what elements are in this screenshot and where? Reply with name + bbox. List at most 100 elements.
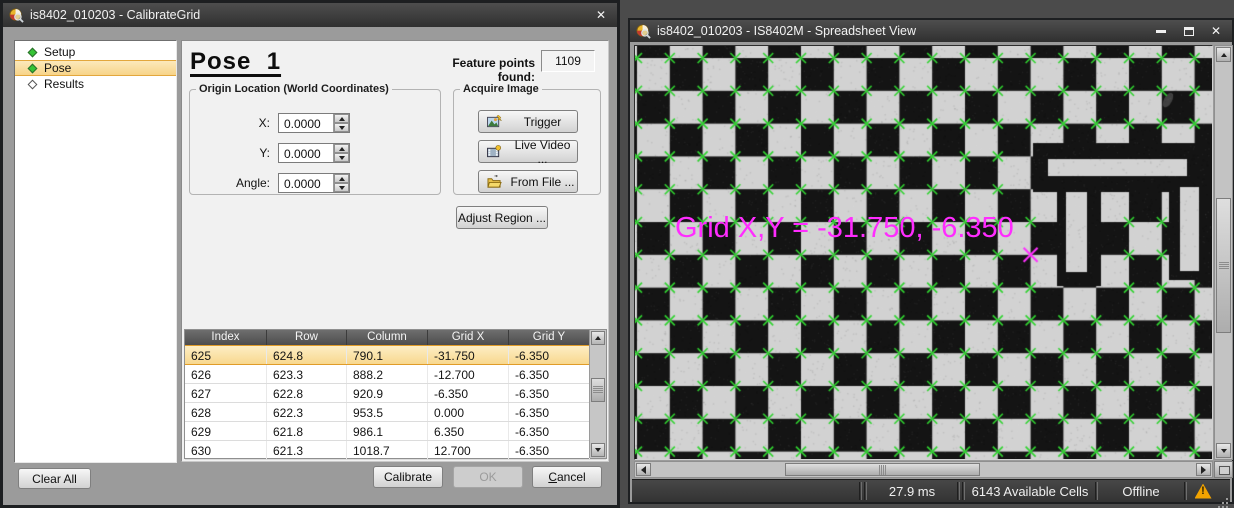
clear-all-button[interactable]: Clear All	[18, 468, 91, 489]
sidebar-item-pose[interactable]: Pose	[15, 60, 176, 76]
left-arrow-icon	[641, 466, 646, 474]
step-pending-icon	[28, 79, 38, 89]
angle-field[interactable]: 0.0000	[278, 173, 350, 193]
table-row[interactable]: 626 623.3 888.2 -12.700 -6.350	[185, 365, 606, 384]
window-title: is8402_010203 - IS8402M - Spreadsheet Vi…	[657, 24, 1144, 38]
live-video-button[interactable]: Live Video ...	[478, 140, 578, 163]
close-icon[interactable]: ✕	[1206, 24, 1226, 38]
thumb-grip	[593, 386, 603, 394]
table-row[interactable]: 630 621.3 1018.7 12.700 -6.350	[185, 441, 606, 460]
table-scrollbar[interactable]	[589, 330, 606, 458]
live-video-button-label: Live Video ...	[508, 138, 577, 166]
x-field-row: X: 0.0000	[196, 113, 350, 133]
cell-grid-x: 6.350	[428, 422, 509, 440]
col-header-grid-y[interactable]: Grid Y	[509, 330, 590, 345]
sidebar-item-label: Setup	[44, 45, 75, 59]
feature-points-label: Feature points found:	[427, 56, 535, 84]
col-header-grid-x[interactable]: Grid X	[428, 330, 509, 345]
spin-down-button[interactable]	[334, 183, 349, 192]
angle-stepper[interactable]	[333, 174, 349, 192]
thumb-grip	[879, 465, 887, 475]
cell-column: 888.2	[347, 365, 428, 383]
y-label: Y:	[196, 146, 278, 160]
table-row-selected[interactable]: 625 624.8 790.1 -31.750 -6.350	[185, 345, 606, 365]
y-field[interactable]: 0.0000	[278, 143, 350, 163]
cell-grid-y: -6.350	[509, 384, 590, 402]
scrollbar-thumb[interactable]	[785, 463, 980, 476]
cell-grid-x: -12.700	[428, 365, 509, 383]
cell-grid-y: -6.350	[509, 403, 590, 421]
acquisition-time: 27.9 ms	[868, 480, 956, 502]
sidebar-item-setup[interactable]: Setup	[15, 44, 176, 60]
x-stepper[interactable]	[333, 114, 349, 132]
scroll-left-button[interactable]	[636, 463, 651, 476]
image-view[interactable]: Grid X,Y = -31.750, -6.350	[634, 45, 1213, 460]
acquire-image-group: Acquire Image Trigger Live Video ...	[453, 83, 601, 195]
table-header-row: Index Row Column Grid X Grid Y	[185, 330, 606, 345]
cancel-button[interactable]: Cancel	[532, 466, 602, 488]
trigger-button[interactable]: Trigger	[478, 110, 578, 133]
cell-column: 953.5	[347, 403, 428, 421]
up-arrow-icon	[1221, 53, 1227, 57]
calibrate-button[interactable]: Calibrate	[373, 466, 443, 488]
horizontal-scrollbar[interactable]	[634, 461, 1213, 478]
cell-column: 1018.7	[347, 441, 428, 459]
resize-grip[interactable]	[1218, 480, 1230, 502]
status-message-area	[632, 480, 858, 502]
sidebar-item-label: Pose	[44, 61, 71, 75]
down-arrow-icon	[1221, 449, 1227, 453]
table-row[interactable]: 628 622.3 953.5 0.000 -6.350	[185, 403, 606, 422]
down-arrow-icon	[339, 156, 345, 160]
x-label: X:	[196, 116, 278, 130]
scroll-up-button[interactable]	[591, 331, 605, 345]
from-file-button[interactable]: From File ...	[478, 170, 578, 193]
table-row[interactable]: 627 622.8 920.9 -6.350 -6.350	[185, 384, 606, 403]
pose-panel: Pose 1 Feature points found: 1109 Origin…	[181, 40, 609, 462]
y-stepper[interactable]	[333, 144, 349, 162]
status-divider	[1095, 482, 1098, 500]
calibration-image[interactable]	[635, 46, 1213, 460]
dialog-titlebar[interactable]: is8402_010203 - CalibrateGrid ✕	[3, 3, 617, 27]
scroll-down-button[interactable]	[591, 443, 605, 457]
close-icon[interactable]: ✕	[591, 8, 611, 22]
thumb-grip	[1219, 262, 1229, 270]
scrollbar-corner-button[interactable]	[1214, 461, 1233, 478]
available-cells: 6143 Available Cells	[966, 480, 1094, 502]
sidebar-item-results[interactable]: Results	[15, 76, 176, 92]
col-header-row[interactable]: Row	[267, 330, 347, 345]
spin-down-button[interactable]	[334, 153, 349, 162]
acquire-group-title: Acquire Image	[460, 83, 542, 95]
window-titlebar[interactable]: is8402_010203 - IS8402M - Spreadsheet Vi…	[630, 20, 1232, 42]
warning-indicator[interactable]	[1188, 480, 1218, 502]
spin-down-button[interactable]	[334, 123, 349, 132]
status-divider	[962, 482, 965, 500]
scrollbar-thumb[interactable]	[1216, 198, 1231, 333]
scroll-right-button[interactable]	[1196, 463, 1211, 476]
step-complete-icon	[28, 47, 38, 57]
col-header-column[interactable]: Column	[347, 330, 428, 345]
scrollbar-thumb[interactable]	[591, 378, 605, 402]
spin-up-button[interactable]	[334, 144, 349, 153]
minimize-icon[interactable]	[1156, 30, 1166, 33]
spreadsheet-view-window: is8402_010203 - IS8402M - Spreadsheet Vi…	[628, 18, 1234, 504]
table-row[interactable]: 629 621.8 986.1 6.350 -6.350	[185, 422, 606, 441]
y-value[interactable]: 0.0000	[279, 144, 333, 162]
page-title: Pose 1	[190, 48, 281, 76]
scroll-up-button[interactable]	[1216, 47, 1231, 62]
up-arrow-icon	[339, 177, 345, 181]
spin-up-button[interactable]	[334, 114, 349, 123]
adjust-region-button[interactable]: Adjust Region ...	[456, 206, 548, 229]
angle-value[interactable]: 0.0000	[279, 174, 333, 192]
scroll-down-button[interactable]	[1216, 443, 1231, 458]
status-divider	[859, 482, 862, 500]
col-header-index[interactable]: Index	[185, 330, 267, 345]
cancel-button-label: Cancel	[548, 470, 585, 484]
vertical-scrollbar[interactable]	[1214, 45, 1233, 460]
x-value[interactable]: 0.0000	[279, 114, 333, 132]
right-arrow-icon	[1201, 466, 1206, 474]
cell-grid-y: -6.350	[509, 422, 590, 440]
x-field[interactable]: 0.0000	[278, 113, 350, 133]
maximize-icon[interactable]	[1184, 27, 1194, 36]
spin-up-button[interactable]	[334, 174, 349, 183]
status-divider	[1184, 482, 1187, 500]
